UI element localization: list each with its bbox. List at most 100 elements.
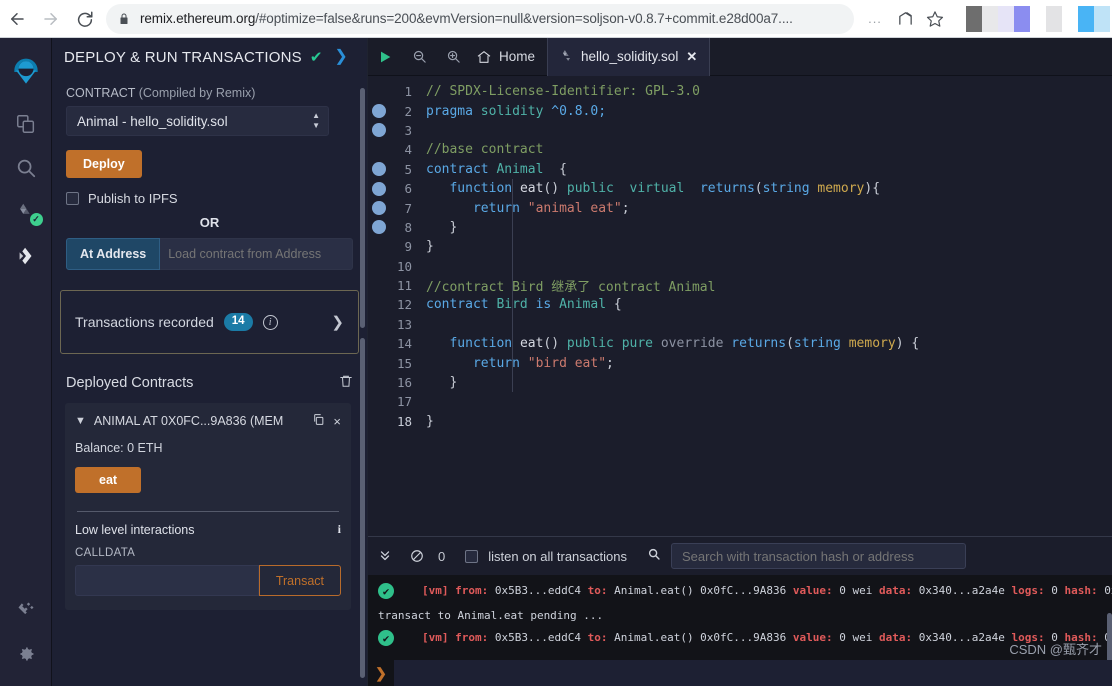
trash-icon[interactable]: [339, 374, 353, 391]
calldata-input[interactable]: [75, 565, 259, 596]
publish-ipfs-row[interactable]: Publish to IPFS: [66, 191, 353, 206]
code-editor[interactable]: 1// SPDX-License-Identifier: GPL-3.0 2 pra…: [368, 76, 1112, 536]
watermark: CSDN @甄齐才: [1009, 642, 1102, 657]
at-address-button[interactable]: At Address: [66, 238, 161, 270]
terminal-scrollbar-thumb[interactable]: [1107, 613, 1112, 660]
code-line: 2 pragma solidity ^0.8.0;: [368, 101, 1112, 120]
terminal-log-subline: transact to Animal.eat pending ...: [378, 609, 604, 622]
calldata-row: Transact: [75, 565, 341, 596]
share-button[interactable]: [890, 4, 920, 34]
zoom-in-button[interactable]: [436, 38, 470, 76]
terminal-log-entry[interactable]: ✔ [vm] from: 0x5B3...eddC4 to: Animal.eat…: [368, 622, 1112, 646]
sidebar-item-file-explorer[interactable]: [0, 102, 52, 146]
at-address-input[interactable]: [160, 238, 353, 270]
sidebar-item-plugin-manager[interactable]: [0, 588, 52, 632]
panel-scrollbar-thumb-bottom[interactable]: [360, 338, 365, 678]
low-level-info-icon[interactable]: i: [338, 522, 341, 537]
code-line: 18}: [368, 412, 1112, 431]
panel-header: DEPLOY & RUN TRANSACTIONS ✔ ❯: [52, 38, 367, 76]
transactions-recorded-panel[interactable]: Transactions recorded 14 i ❯: [60, 290, 359, 354]
sidebar-item-settings[interactable]: [0, 632, 52, 676]
terminal-log-entry[interactable]: ✔ [vm] from: 0x5B3...eddC4 to: Animal.eat…: [368, 575, 1112, 599]
code-line: 10: [368, 257, 1112, 276]
editor-gutter[interactable]: [368, 76, 396, 536]
deployed-contract-card: ▼ ANIMAL AT 0X0FC...9A836 (MEM × Balance…: [65, 403, 351, 610]
sidebar-item-deploy-run[interactable]: [0, 234, 52, 278]
panel-scrollbar-thumb-top[interactable]: [360, 88, 365, 328]
breakpoint-marker[interactable]: [372, 200, 386, 215]
deploy-button[interactable]: Deploy: [66, 150, 142, 178]
contract-select[interactable]: Animal - hello_solidity.sol ▲ ▼: [66, 106, 329, 136]
code-line: 6 function eat() public virtual returns(…: [368, 179, 1112, 198]
compiler-success-badge: ✓: [29, 213, 43, 226]
contract-label: CONTRACT (Compiled by Remix): [66, 86, 353, 100]
back-button[interactable]: [0, 2, 34, 36]
code-line: 11//contract Bird 继承了 contract Animal: [368, 276, 1112, 295]
panel-expand-chevron-icon[interactable]: ❯: [334, 49, 347, 65]
overflow-dots[interactable]: ...: [860, 4, 890, 34]
close-icon[interactable]: ×: [333, 414, 341, 429]
breakpoint-marker[interactable]: [372, 162, 386, 177]
url-host: remix.ethereum.org: [140, 11, 256, 26]
search-icon[interactable]: [647, 547, 661, 566]
code-line: 14 function eat() public pure override r…: [368, 334, 1112, 353]
zoom-out-button[interactable]: [402, 38, 436, 76]
transaction-search-input[interactable]: [670, 543, 966, 569]
breakpoint-marker[interactable]: [372, 123, 386, 138]
code-line: 5 contract Animal {: [368, 160, 1112, 179]
breakpoint-marker[interactable]: [372, 103, 386, 118]
code-line-text: }: [426, 219, 458, 235]
copy-icon[interactable]: [312, 413, 325, 429]
rail-bottom-group: [0, 588, 52, 686]
code-line-text: return "bird eat";: [472, 355, 614, 371]
low-level-interactions-label: Low level interactions: [75, 522, 195, 537]
sidebar-item-search[interactable]: [0, 146, 52, 190]
forward-button[interactable]: [34, 2, 68, 36]
terminal-log[interactable]: ✔ [vm] from: 0x5B3...eddC4 to: Animal.eat…: [368, 575, 1112, 660]
code-line: 13: [368, 315, 1112, 334]
at-address-row: At Address: [66, 238, 353, 270]
url-text: remix.ethereum.org/#optimize=false&runs=…: [140, 11, 793, 26]
publish-ipfs-checkbox[interactable]: [66, 192, 79, 205]
collapse-terminal-button[interactable]: [374, 549, 396, 563]
deployed-contract-name: ANIMAL AT 0X0FC...9A836 (MEM: [93, 414, 284, 428]
plugin-manager-icon: [18, 602, 33, 615]
contract-label-sub: (Compiled by Remix): [138, 86, 256, 100]
log-status-success-icon: ✔: [378, 630, 394, 646]
code-line-text: // SPDX-License-Identifier: GPL-3.0: [426, 84, 700, 100]
divider: [77, 511, 339, 512]
code-line-text: function eat() public pure override retu…: [449, 336, 920, 352]
run-script-button[interactable]: [368, 38, 402, 76]
chevrons-down-icon: [380, 551, 390, 561]
bookmark-button[interactable]: [920, 4, 950, 34]
tab-home-label: Home: [499, 49, 536, 64]
tab-home[interactable]: Home: [470, 49, 547, 65]
search-glyph: [648, 548, 660, 560]
code-line: 8 }: [368, 218, 1112, 237]
reload-button[interactable]: [68, 2, 102, 36]
deployed-contract-header-row[interactable]: ▼ ANIMAL AT 0X0FC...9A836 (MEM ×: [75, 413, 341, 429]
breakpoint-marker[interactable]: [372, 181, 386, 196]
info-icon[interactable]: i: [262, 314, 278, 330]
terminal-prompt[interactable]: ❯: [368, 660, 1112, 686]
breakpoint-marker[interactable]: [372, 220, 386, 235]
tab-close-icon[interactable]: ✕: [686, 49, 697, 65]
chevron-right-icon[interactable]: ❯: [331, 313, 344, 331]
contract-method-eat-button[interactable]: eat: [75, 467, 142, 493]
terminal-panel: 0 listen on all transactions ✔ [vm] from:…: [368, 536, 1112, 686]
tab-label: hello_solidity.sol: [581, 49, 679, 64]
address-bar[interactable]: remix.ethereum.org/#optimize=false&runs=…: [106, 3, 854, 34]
chevron-down-icon[interactable]: ▼: [75, 415, 86, 427]
remix-logo-icon[interactable]: [0, 42, 52, 102]
url-rest: /#optimize=false&runs=200&evmVersion=nul…: [255, 11, 793, 26]
tab-hello-solidity-sol[interactable]: hello_solidity.sol ✕: [547, 37, 711, 76]
transact-button[interactable]: Transact: [258, 565, 341, 596]
clear-console-button[interactable]: [406, 549, 428, 563]
terminal-command-input[interactable]: [394, 660, 1112, 686]
listen-all-transactions-checkbox[interactable]: [465, 549, 479, 563]
contract-select-value: Animal - hello_solidity.sol: [77, 113, 228, 129]
sidebar-item-solidity-compiler[interactable]: ✓: [0, 190, 52, 234]
transactions-recorded-label: Transactions recorded: [75, 314, 214, 330]
browser-extension-strip: [950, 5, 1110, 32]
code-lines: 1// SPDX-License-Identifier: GPL-3.0 2 pra…: [368, 82, 1112, 431]
